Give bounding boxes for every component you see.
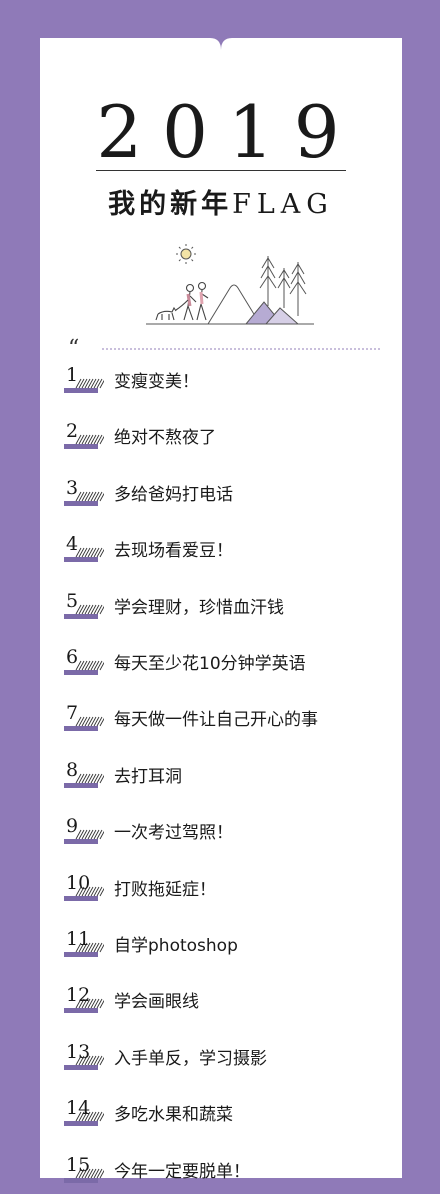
quote-mark: “	[68, 336, 80, 361]
item-number: 3	[66, 476, 79, 499]
list-item: 6 每天至少花10分钟学英语	[40, 646, 402, 686]
list-item: 2 绝对不熬夜了	[40, 420, 402, 460]
card-top-notch	[210, 38, 232, 50]
subtitle-cn: 我的新年	[108, 189, 233, 220]
item-number: 10	[66, 871, 91, 894]
item-number: 11	[66, 928, 91, 950]
item-number: 2	[66, 420, 79, 443]
item-number: 1	[66, 364, 79, 386]
page-subtitle: 我的新年FLAG	[40, 182, 402, 221]
list-item: 13 入手单反，学习摄影	[40, 1041, 402, 1081]
item-number: 8	[66, 758, 79, 781]
dog-icon	[155, 299, 189, 321]
list-item: 10 打败拖延症！	[40, 872, 402, 912]
hikers-illustration	[146, 244, 314, 325]
item-number: 12	[66, 984, 91, 1007]
list-item: 12 学会画眼线	[40, 984, 402, 1024]
item-text: 自学photoshop	[114, 936, 238, 956]
item-text: 去打耳洞	[114, 766, 182, 787]
subtitle-latin: FLAG	[232, 189, 334, 220]
list-item: 8 去打耳洞	[40, 759, 402, 799]
item-text: 变瘦变美！	[114, 372, 199, 392]
item-text: 绝对不熬夜了	[114, 428, 216, 449]
item-text: 一次考过驾照！	[114, 823, 233, 844]
list-item: 1 变瘦变美！	[40, 364, 402, 404]
item-number: 13	[66, 1040, 91, 1063]
title-divider	[96, 170, 346, 171]
list-item: 3 多给爸妈打电话	[40, 477, 402, 517]
item-text: 今年一定要脱单！	[114, 1161, 250, 1182]
list-item: 7 每天做一件让自己开心的事	[40, 702, 402, 742]
item-text: 每天做一件让自己开心的事	[114, 710, 318, 731]
item-text: 打败拖延症！	[114, 879, 216, 900]
list-item: 4 去现场看爱豆！	[40, 533, 402, 573]
item-text: 每天至少花10分钟学英语	[114, 654, 306, 674]
list-item: 5 学会理财，珍惜血汗钱	[40, 590, 402, 630]
item-text: 多给爸妈打电话	[114, 484, 233, 505]
item-number: 6	[66, 646, 79, 668]
item-text: 多吃水果和蔬菜	[114, 1105, 233, 1126]
hikers-figures	[183, 281, 209, 321]
item-text: 学会画眼线	[114, 992, 199, 1013]
item-text: 学会理财，珍惜血汗钱	[114, 597, 284, 618]
list-item: 9 一次考过驾照！	[40, 815, 402, 855]
item-text: 入手单反，学习摄影	[114, 1048, 267, 1069]
item-number: 7	[66, 702, 79, 725]
sun-icon	[176, 244, 196, 264]
item-number: 14	[66, 1097, 91, 1120]
year-title: 2019	[96, 90, 360, 174]
item-number: 5	[66, 589, 79, 612]
list-item: 11 自学photoshop	[40, 928, 402, 968]
flag-card: 2019 我的新年FLAG “ 1 变瘦变美！ 2 绝对不熬夜了 3 多给爸妈打…	[40, 38, 402, 1183]
list-item: 14 多吃水果和蔬菜	[40, 1097, 402, 1137]
item-number: 15	[66, 1153, 91, 1176]
item-number: 9	[66, 815, 79, 838]
dotted-divider	[102, 348, 380, 350]
item-number: 4	[66, 533, 79, 556]
item-text: 去现场看爱豆！	[114, 541, 233, 562]
